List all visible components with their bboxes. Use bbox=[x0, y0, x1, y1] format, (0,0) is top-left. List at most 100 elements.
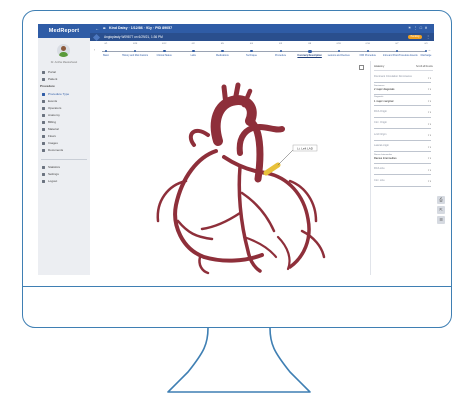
export-icon[interactable]: ⇱ bbox=[437, 206, 445, 214]
layers-icon[interactable]: ☰ bbox=[437, 216, 445, 224]
sidebar-item-label: Patient bbox=[48, 77, 58, 81]
user-icon bbox=[42, 77, 45, 81]
field-dropdown-icon[interactable]: × ▾ bbox=[428, 169, 431, 172]
step-count: 0/8 bbox=[308, 43, 312, 45]
step-count: 0/26 bbox=[336, 43, 341, 45]
sidebar-item-events[interactable]: Events bbox=[42, 98, 57, 104]
field-label: Dominance bbox=[374, 84, 385, 87]
panel-field[interactable]: Circ. size × ▾ bbox=[374, 177, 431, 187]
more-options-icon[interactable]: ⋮ bbox=[426, 33, 430, 41]
step-label: Labs bbox=[190, 54, 196, 57]
step-count: 0/4 bbox=[249, 43, 253, 45]
panel-field[interactable]: Circ. Origin × ▾ bbox=[374, 119, 431, 129]
field-label: Ramus Intermedius bbox=[374, 153, 393, 156]
field-value: Circ. size bbox=[374, 178, 385, 182]
field-dropdown-icon[interactable]: × ▾ bbox=[428, 134, 431, 137]
sidebar-item-flows[interactable]: Flows bbox=[42, 133, 56, 139]
app-logo-text: MedReport bbox=[48, 28, 80, 34]
sidebar-item-procedure-type[interactable]: Procedure Type bbox=[42, 91, 69, 97]
sidebar-item-label: Statistics bbox=[48, 165, 61, 169]
sidebar-item-patient[interactable]: Patient bbox=[42, 76, 57, 82]
steps-next-icon[interactable]: → bbox=[427, 47, 431, 52]
aortic-branch-2 bbox=[232, 82, 241, 104]
panel-field[interactable]: Lateral origin × ▾ bbox=[374, 142, 431, 152]
field-value: Ramus Intermedius bbox=[374, 157, 397, 160]
procedure-title: Angioplasty W09877 on 6/29/21, 1:36 PM bbox=[104, 35, 163, 39]
field-dropdown-icon[interactable]: × ▾ bbox=[428, 123, 431, 126]
sidebar-item-anatomy[interactable]: Anatomy bbox=[42, 112, 60, 118]
step-label: Intra and Post-Procedure Events bbox=[382, 54, 418, 57]
step-navigation: ‹ 0/1 Basic 0/28 History and Risk Factors 0/… bbox=[90, 41, 434, 62]
sidebar-item-logout[interactable]: Logout bbox=[42, 178, 57, 184]
user-name: Dr. Anitha Mauleshwari bbox=[50, 61, 78, 64]
step-count: 0/12 bbox=[162, 43, 167, 45]
field-dropdown-icon[interactable]: × ▾ bbox=[428, 111, 431, 114]
sidebar-item-settings[interactable]: Settings bbox=[42, 171, 59, 177]
sidebar-divider bbox=[41, 159, 87, 160]
panel-field[interactable]: Dominance 2 major diagonals × ▾ bbox=[374, 85, 431, 95]
field-dropdown-icon[interactable]: × ▾ bbox=[428, 146, 431, 149]
field-dropdown-icon[interactable]: × ▾ bbox=[428, 88, 431, 91]
sidebar-item-images[interactable]: Images bbox=[42, 140, 58, 146]
step-dot bbox=[250, 50, 253, 53]
sidebar-item-portal[interactable]: Portal bbox=[42, 69, 56, 75]
home-icon bbox=[42, 70, 45, 74]
chart-icon bbox=[42, 165, 45, 169]
step-label: Discharge bbox=[420, 54, 432, 57]
heart-icon bbox=[42, 113, 45, 117]
monitor-frame: MedReport Dr. Anitha Mauleshwari Portal … bbox=[22, 10, 452, 328]
sidebar-item-documents[interactable]: Documents bbox=[42, 147, 63, 153]
step-dot bbox=[279, 50, 282, 53]
logout-icon bbox=[42, 179, 45, 183]
status-badge[interactable]: Pending bbox=[408, 35, 422, 39]
steps-track bbox=[102, 51, 426, 52]
panel-title: Anatomy bbox=[374, 65, 385, 68]
sidebar-item-billing[interactable]: Billing bbox=[42, 119, 56, 125]
anatomy-canvas[interactable]: Lt. Left LAD bbox=[90, 61, 370, 275]
sidebar-item-material[interactable]: Material bbox=[42, 126, 59, 132]
step-label: Lesions and Devices bbox=[327, 54, 350, 57]
fullscreen-icon[interactable] bbox=[359, 65, 364, 70]
steps-prev-icon[interactable]: ‹ bbox=[94, 48, 95, 52]
field-value: 1 major marginal bbox=[374, 99, 394, 103]
field-dropdown-icon[interactable]: × ▾ bbox=[428, 180, 431, 183]
segment-label: Lt. Left LAD bbox=[297, 147, 314, 151]
header-window-icons[interactable]: ☀⋮□✕ bbox=[408, 24, 430, 33]
obtuse-marginal bbox=[276, 235, 291, 271]
highlighted-segment bbox=[263, 162, 281, 176]
panel-field[interactable]: RCA size × ▾ bbox=[374, 165, 431, 175]
left-atrial-appendage bbox=[188, 128, 210, 147]
rca-branch-2 bbox=[176, 219, 214, 241]
box-icon bbox=[42, 127, 45, 131]
field-dropdown-icon[interactable]: × ▾ bbox=[428, 77, 431, 80]
panel-field[interactable]: Dominant Circulation Dominance × ▾ bbox=[374, 73, 431, 83]
procedure-icon bbox=[92, 33, 101, 41]
callout-line bbox=[277, 148, 295, 166]
anatomy-panel: Anatomy Scroll all Resize Dominant Circu… bbox=[370, 61, 434, 275]
panel-field[interactable]: RCA Origin × ▾ bbox=[374, 108, 431, 118]
step-count: 0/28 bbox=[132, 43, 138, 45]
avatar[interactable] bbox=[57, 44, 70, 57]
sidebar-item-label: Events bbox=[48, 99, 58, 103]
sidebar: MedReport Dr. Anitha Mauleshwari Portal … bbox=[38, 24, 91, 275]
panel-field[interactable]: Diagonals 1 major marginal × ▾ bbox=[374, 96, 431, 106]
step-dot bbox=[163, 50, 166, 53]
field-value: 2 major diagonals bbox=[374, 88, 395, 91]
app-logo[interactable]: MedReport bbox=[38, 24, 90, 38]
sidebar-item-label: Logout bbox=[48, 179, 58, 183]
step-count: 0/3 bbox=[424, 43, 428, 45]
panel-field[interactable]: Ramus Intermedius Ramus Intermedius × ▾ bbox=[374, 154, 431, 164]
field-dropdown-icon[interactable]: × ▾ bbox=[428, 157, 431, 160]
field-value: Circ. Origin bbox=[374, 121, 387, 124]
sidebar-item-label: Portal bbox=[48, 70, 56, 74]
step-label: FFR Procedure bbox=[359, 54, 376, 57]
back-arrow-icon[interactable]: ← bbox=[95, 24, 99, 33]
print-icon[interactable]: ⎙ bbox=[437, 196, 445, 204]
patient-header: ← ⚭ Kind Daisy · 1/12/86 · 91y · PID 890… bbox=[90, 24, 434, 33]
sidebar-item-operators[interactable]: Operators bbox=[42, 105, 61, 111]
panel-field[interactable]: Lcid Origin × ▾ bbox=[374, 131, 431, 141]
panel-controls[interactable]: Scroll all Resize bbox=[416, 64, 433, 70]
field-dropdown-icon[interactable]: × ▾ bbox=[428, 100, 431, 103]
diagonal-branch-2 bbox=[200, 211, 242, 231]
sidebar-item-statistics[interactable]: Statistics bbox=[42, 164, 60, 170]
